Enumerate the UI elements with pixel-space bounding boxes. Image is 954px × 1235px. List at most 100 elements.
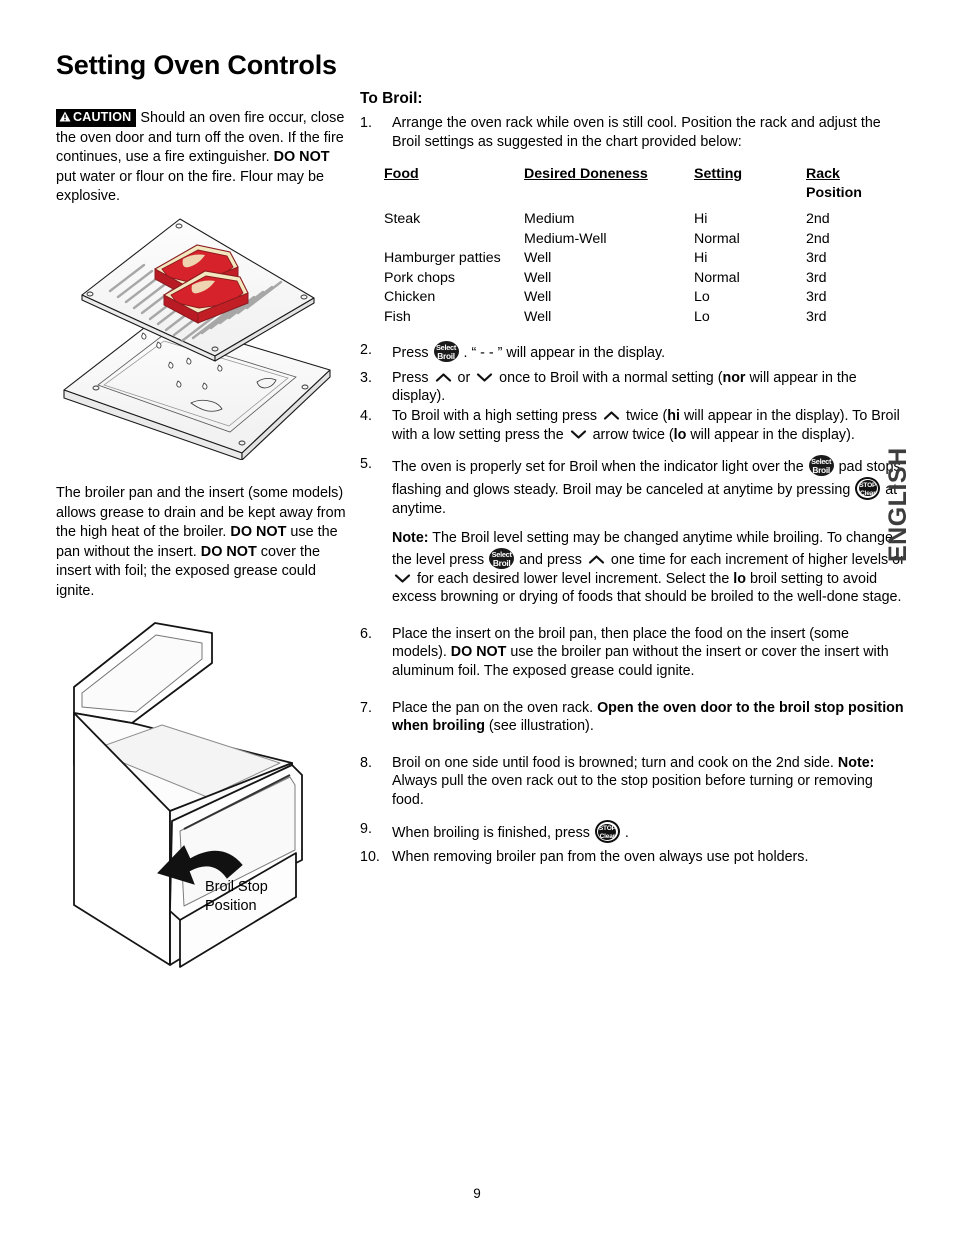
step-4-tail: will appear in the display). — [686, 426, 855, 443]
step-7-number: 7. — [360, 699, 372, 716]
step-5-pre: The oven is properly set for Broil when … — [392, 459, 808, 476]
cell-setting: Normal — [694, 269, 740, 286]
cell-doneness: Well — [524, 308, 552, 325]
manual-page: Setting Oven Controls CAUTION Should an … — [0, 0, 954, 1235]
step-1-number: 1. — [360, 115, 372, 131]
caution-badge: CAUTION — [56, 109, 137, 128]
step-8-pre: Broil on one side until food is browned;… — [392, 754, 838, 771]
caution-bold-1: DO NOT — [273, 149, 330, 166]
step-4: 4. To Broil with a high setting press twi… — [360, 407, 905, 444]
col-header-rack: Rack — [806, 166, 840, 183]
step-7-tail: (see illustration). — [484, 718, 594, 735]
broiler-note-bold-2: DO NOT — [200, 543, 257, 560]
cell-doneness: Well — [524, 269, 552, 286]
broil-settings-table: Food Desired Doneness Setting Rack Posit… — [384, 166, 886, 327]
step-4-mid: twice ( — [622, 407, 668, 424]
cell-rack: 2nd — [806, 230, 830, 247]
select-broil-pad-line2: Broil — [437, 351, 455, 362]
cell-rack: 3rd — [806, 289, 827, 306]
step-4-bold-1: hi — [667, 407, 680, 424]
col-header-setting: Setting — [694, 166, 743, 183]
cell-food: Chicken — [384, 289, 436, 306]
cell-food: Fish — [384, 308, 411, 325]
step-6-bold: DO NOT — [450, 644, 507, 661]
cell-doneness: Medium-Well — [524, 230, 607, 247]
broiler-note-bold-1: DO NOT — [230, 524, 287, 541]
step-5: 5. The oven is properly set for Broil whe… — [360, 455, 905, 518]
broil-steps-list: 1. Arrange the oven rack while oven is st… — [360, 114, 905, 867]
step-1-text: Arrange the oven rack while oven is stil… — [392, 115, 881, 150]
note-label: Note: — [392, 530, 429, 547]
note-mid: and press — [515, 551, 586, 568]
caution-paragraph: CAUTION Should an oven fire occur, close… — [56, 109, 351, 207]
step-4-pre: To Broil with a high setting press — [392, 407, 601, 424]
cell-setting: Hi — [694, 211, 708, 228]
step-3: 3. Press or once to Broil with a normal s… — [360, 369, 905, 406]
table-row: Medium-Well Normal 2nd — [384, 230, 886, 250]
step-4-bold-2: lo — [673, 426, 687, 443]
table-row: Chicken Well Lo 3rd — [384, 288, 886, 308]
page-number: 9 — [473, 1186, 481, 1201]
table-row: Steak Medium Hi 2nd — [384, 210, 886, 230]
cell-setting: Lo — [694, 308, 710, 325]
broil-stop-line-1: Broil Stop — [205, 879, 268, 895]
cell-rack: 3rd — [806, 269, 827, 286]
step-1: 1. Arrange the oven rack while oven is st… — [360, 114, 905, 151]
cell-doneness: Well — [524, 250, 552, 267]
warning-triangle-icon — [59, 111, 71, 125]
note-post: one time for each increment of higher le… — [606, 551, 905, 568]
stop-clear-line1: STOP — [598, 825, 616, 833]
cell-setting: Lo — [694, 289, 710, 306]
step-3-post: once to Broil with a normal setting ( — [495, 369, 723, 386]
chevron-up-icon[interactable] — [603, 408, 620, 420]
select-broil-pad-icon[interactable]: Select Broil — [433, 341, 459, 363]
step-6-number: 6. — [360, 625, 372, 642]
broil-stop-line-2: Position — [205, 898, 257, 914]
page-title: Setting Oven Controls — [56, 50, 337, 80]
step-3-bold: nor — [722, 369, 746, 386]
right-column: To Broil: 1. Arrange the oven rack while … — [360, 90, 905, 868]
stop-clear-pad-icon[interactable]: STOP Clear — [594, 820, 620, 844]
note-post-2: for each desired lower level increment. … — [413, 570, 734, 587]
step-10-number: 10. — [360, 849, 380, 866]
table-header-row: Food Desired Doneness Setting Rack — [384, 166, 886, 184]
range-illustration — [52, 615, 352, 975]
language-tab: ENGLISH — [884, 447, 912, 563]
step-2-number: 2. — [360, 342, 372, 359]
step-2: 2. Press Select Broil . “ - - ” will appea… — [360, 341, 905, 363]
stop-clear-pad-icon[interactable]: STOP Clear — [855, 476, 881, 500]
cell-doneness: Well — [524, 289, 552, 306]
cell-food: Hamburger patties — [384, 250, 501, 267]
select-broil-pad-icon[interactable]: Select Broil — [808, 455, 834, 477]
step-3-pre: Press — [392, 369, 433, 386]
step-3-number: 3. — [360, 369, 372, 386]
step-4-mid-3: arrow twice ( — [588, 426, 674, 443]
step-9-pre: When broiling is finished, press — [392, 825, 594, 842]
chevron-down-icon[interactable] — [394, 571, 411, 583]
broiler-pan-illustration — [52, 205, 352, 461]
select-broil-pad-icon[interactable]: Select Broil — [489, 547, 515, 569]
step-6: 6. Place the insert on the broil pan, the… — [360, 625, 905, 681]
select-broil-pad-line2: Broil — [492, 557, 511, 568]
step-4-number: 4. — [360, 407, 372, 424]
step-8-tail: Always pull the oven rack out to the sto… — [392, 773, 873, 808]
table-header-row-2: Position — [384, 184, 886, 210]
table-row: Fish Well Lo 3rd — [384, 308, 886, 328]
table-row: Pork chops Well Normal 3rd — [384, 269, 886, 289]
broil-stop-position-label: Broil Stop Position — [205, 878, 325, 916]
chevron-down-icon[interactable] — [570, 427, 587, 439]
step-8-number: 8. — [360, 754, 372, 771]
step-7-pre: Place the pan on the oven rack. — [392, 699, 598, 716]
cell-doneness: Medium — [524, 211, 575, 228]
stop-clear-line2: Clear — [599, 833, 616, 840]
cell-rack: 2nd — [806, 211, 830, 228]
cell-rack: 3rd — [806, 308, 827, 325]
chevron-up-icon[interactable] — [588, 552, 605, 564]
col-header-food: Food — [384, 166, 419, 183]
table-row: Hamburger patties Well Hi 3rd — [384, 249, 886, 269]
chevron-up-icon[interactable] — [435, 370, 452, 382]
step-8: 8. Broil on one side until food is browne… — [360, 754, 905, 810]
chevron-down-icon[interactable] — [476, 370, 493, 382]
